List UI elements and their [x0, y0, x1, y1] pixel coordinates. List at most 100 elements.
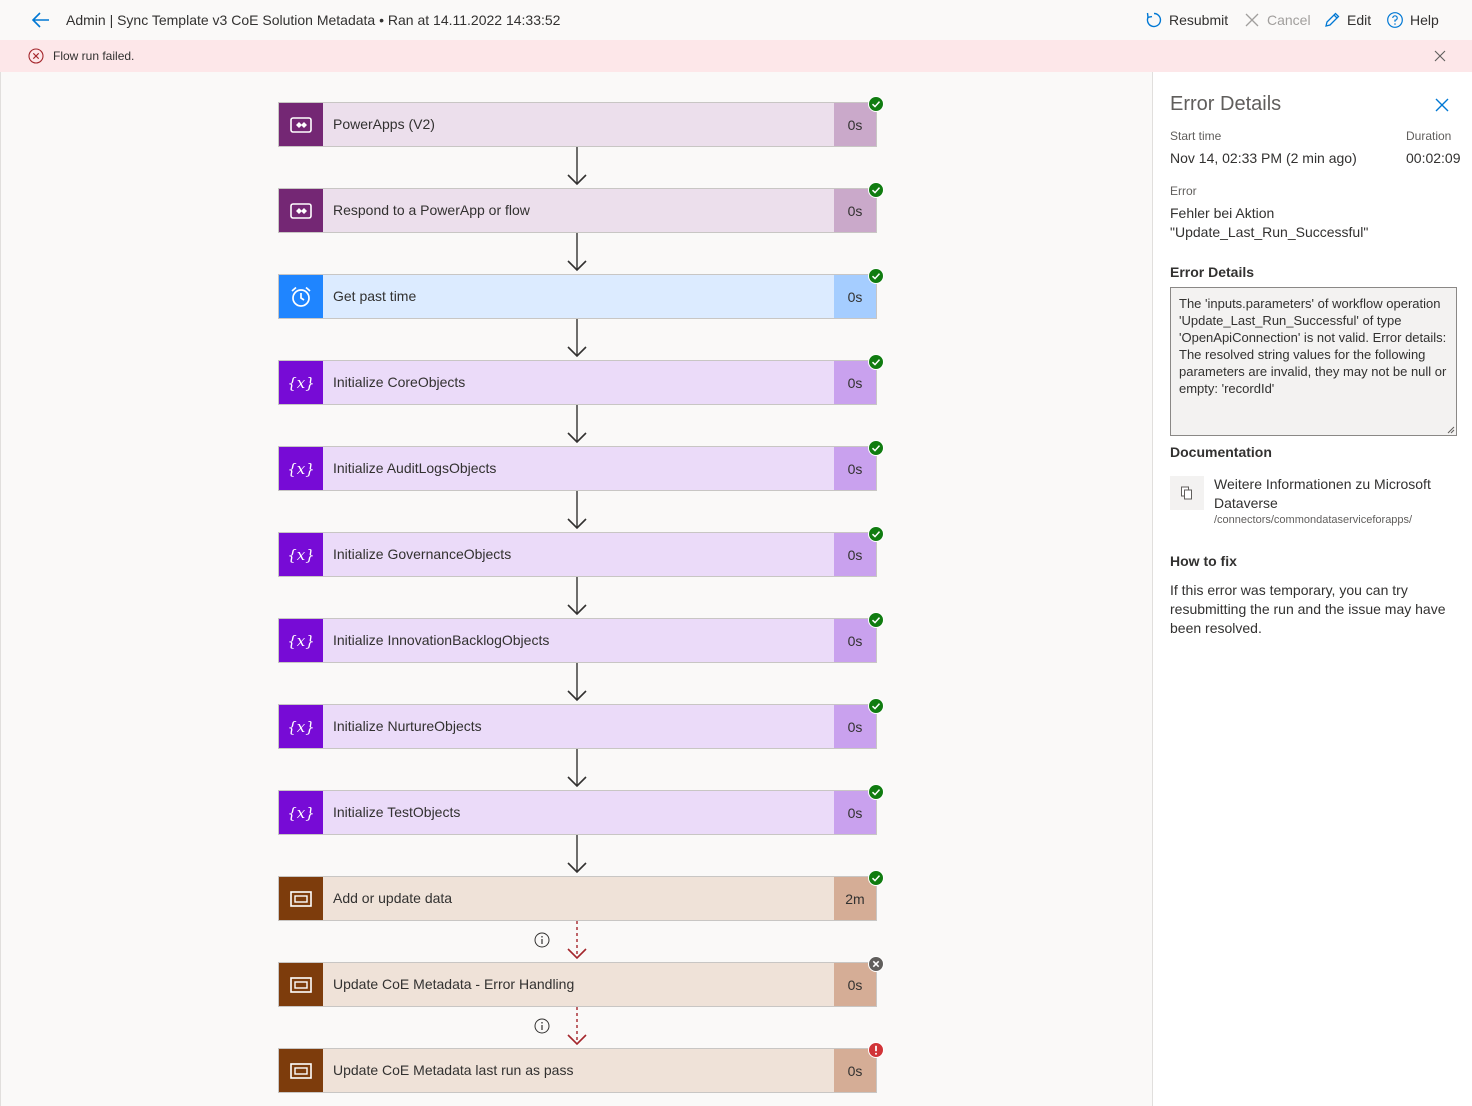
svg-text:{x}: {x} [288, 460, 314, 478]
success-check-icon [868, 182, 884, 198]
flow-step[interactable]: {x} Initialize CoreObjects 0s [278, 354, 884, 405]
cancel-label: Cancel [1267, 12, 1311, 28]
info-icon[interactable] [534, 932, 550, 948]
connector-arrow [567, 405, 587, 444]
step-label: Update CoE Metadata last run as pass [333, 1062, 574, 1078]
step-icon-tile [279, 275, 323, 318]
duration-value: 00:02:09 [1406, 150, 1461, 166]
dismiss-icon[interactable] [1433, 49, 1447, 63]
flow-canvas: PowerApps (V2) 0s Respond to a PowerApp or… [0, 72, 1153, 1106]
panel-title: Error Details [1170, 93, 1282, 115]
refresh-icon [1146, 12, 1162, 28]
dataverse-icon [290, 976, 312, 993]
flow-step[interactable]: Add or update data 2m [278, 870, 884, 921]
close-panel-icon[interactable] [1434, 97, 1450, 113]
step-label: Initialize CoreObjects [333, 374, 466, 390]
success-check-icon [868, 440, 884, 456]
step-icon-tile [279, 963, 323, 1006]
step-label: PowerApps (V2) [333, 116, 435, 132]
success-check-icon [868, 698, 884, 714]
variable-icon: {x} [288, 374, 314, 392]
step-label: Initialize InnovationBacklogObjects [333, 632, 550, 648]
variable-icon: {x} [288, 718, 314, 736]
run-after-failure-arrow [567, 921, 587, 960]
variable-icon: {x} [288, 632, 314, 650]
step-label: Get past time [333, 288, 417, 304]
step-icon-tile: {x} [279, 705, 323, 748]
variable-icon: {x} [288, 460, 314, 478]
help-button[interactable]: Help [1386, 11, 1439, 29]
flow-step[interactable]: Respond to a PowerApp or flow 0s [278, 182, 884, 233]
start-time-label: Start time [1170, 129, 1222, 143]
success-check-icon [868, 268, 884, 284]
documentation-url: /connectors/commondataserviceforapps/ [1214, 514, 1413, 526]
step-icon-tile: {x} [279, 791, 323, 834]
documentation-link[interactable]: Weitere Informationen zu Microsoft Datav… [1214, 475, 1454, 513]
command-bar: Admin | Sync Template v3 CoE Solution Me… [0, 0, 1472, 40]
how-to-fix-text: If this error was temporary, you can try… [1170, 582, 1446, 636]
pencil-icon [1325, 12, 1340, 27]
dataverse-icon [290, 890, 312, 907]
step-label: Respond to a PowerApp or flow [333, 202, 530, 218]
run-after-failure-arrow [567, 1007, 587, 1046]
skipped-x-icon [868, 956, 884, 972]
error-summary-line2: "Update_Last_Run_Successful" [1170, 224, 1369, 240]
flow-step[interactable]: PowerApps (V2) 0s [278, 96, 884, 147]
svg-text:{x}: {x} [288, 374, 314, 392]
resubmit-label: Resubmit [1169, 12, 1229, 28]
flow-step[interactable]: {x} Initialize InnovationBacklogObjects 0s [278, 612, 884, 663]
step-icon-tile: {x} [279, 447, 323, 490]
help-icon [1387, 12, 1403, 28]
svg-text:{x}: {x} [288, 632, 314, 650]
connector-arrow [567, 233, 587, 272]
connector-arrow [567, 749, 587, 788]
step-label: Initialize GovernanceObjects [333, 546, 512, 562]
step-icon-tile: {x} [279, 533, 323, 576]
error-details-textarea[interactable]: The 'inputs.parameters' of workflow oper… [1170, 287, 1457, 436]
connector-arrow [567, 835, 587, 874]
error-details-text: The 'inputs.parameters' of workflow oper… [1179, 296, 1447, 396]
flow-step[interactable]: {x} Initialize TestObjects 0s [278, 784, 884, 835]
step-icon-tile: {x} [279, 361, 323, 404]
connector-arrow [567, 491, 587, 530]
connector-arrow [567, 577, 587, 616]
flow-step[interactable]: {x} Initialize AuditLogsObjects 0s [278, 440, 884, 491]
success-check-icon [868, 354, 884, 370]
info-icon[interactable] [534, 1018, 550, 1034]
error-circle-icon [28, 48, 44, 64]
flow-step[interactable]: Get past time 0s [278, 268, 884, 319]
dataverse-icon [290, 1062, 312, 1079]
flow-step[interactable]: Update CoE Metadata last run as pass 0s [278, 1042, 884, 1093]
svg-text:{x}: {x} [288, 546, 314, 564]
error-label: Error [1170, 184, 1197, 198]
edit-label: Edit [1347, 12, 1372, 28]
resubmit-button[interactable]: Resubmit [1145, 11, 1228, 29]
start-time-value: Nov 14, 02:33 PM (2 min ago) [1170, 150, 1357, 166]
success-check-icon [868, 784, 884, 800]
cancel-button[interactable]: Cancel [1243, 11, 1311, 29]
powerapps-icon [290, 116, 312, 133]
close-icon [1245, 13, 1259, 27]
success-check-icon [868, 96, 884, 112]
error-details-panel: Error Details Start time Duration Nov 14… [1152, 72, 1472, 1106]
duration-label: Duration [1406, 129, 1452, 143]
banner-message: Flow run failed. [53, 49, 135, 63]
flow-step[interactable]: {x} Initialize GovernanceObjects 0s [278, 526, 884, 577]
flow-step[interactable]: {x} Initialize NurtureObjects 0s [278, 698, 884, 749]
back-arrow-icon[interactable] [30, 9, 52, 31]
error-summary-line1: Fehler bei Aktion [1170, 205, 1275, 221]
success-check-icon [868, 870, 884, 886]
resize-grip-icon[interactable] [1445, 424, 1455, 434]
help-label: Help [1410, 12, 1439, 28]
alarm-clock-icon [291, 286, 311, 307]
edit-button[interactable]: Edit [1323, 11, 1371, 29]
page-title: Admin | Sync Template v3 CoE Solution Me… [66, 12, 561, 28]
success-check-icon [868, 612, 884, 628]
step-label: Initialize AuditLogsObjects [333, 460, 497, 476]
step-icon-tile [279, 877, 323, 920]
flow-step[interactable]: Update CoE Metadata - Error Handling 0s [278, 956, 884, 1007]
connector-arrow [567, 147, 587, 186]
document-icon [1170, 476, 1204, 510]
error-details-heading: Error Details [1170, 264, 1255, 280]
svg-text:{x}: {x} [288, 804, 314, 822]
